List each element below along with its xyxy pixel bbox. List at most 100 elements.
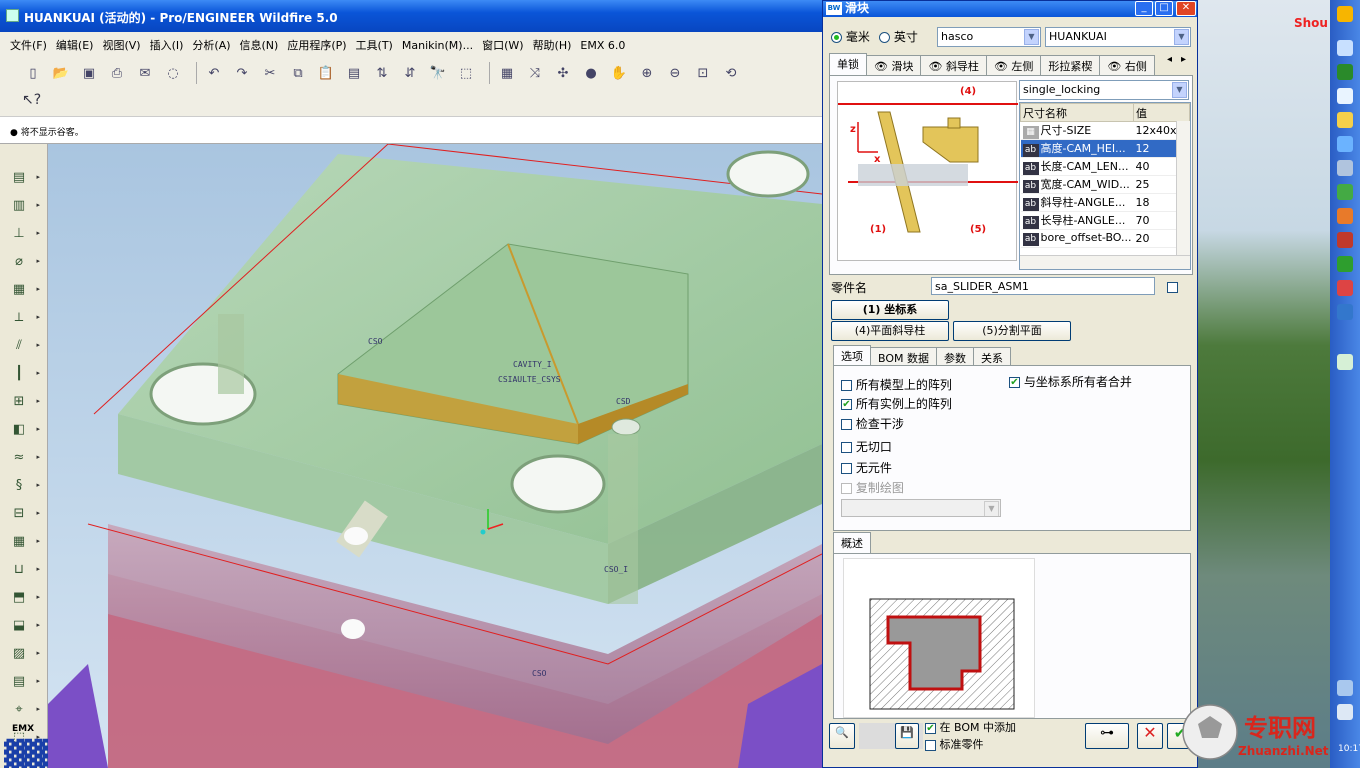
menu-insert[interactable]: 插入(I) — [150, 37, 184, 53]
insert-icon[interactable]: ⬒ — [8, 586, 40, 608]
close-button[interactable]: ✕ — [1176, 1, 1196, 16]
tab-wedge[interactable]: 形拉紧楔 — [1040, 55, 1101, 77]
save-icon[interactable]: ▣ — [78, 62, 100, 84]
send-mail-icon[interactable]: ✉ — [134, 62, 156, 84]
lifter-icon[interactable]: ◧ — [8, 418, 40, 440]
volume-icon[interactable] — [1337, 680, 1353, 696]
col-value-header[interactable]: 值 — [1133, 103, 1190, 122]
ejector-pin-icon[interactable]: ⟂ — [8, 306, 40, 328]
option-row[interactable]: 无切口 — [841, 438, 892, 455]
warning-icon[interactable] — [1337, 112, 1353, 128]
menu-edit[interactable]: 编辑(E) — [56, 37, 94, 53]
hatch-icon[interactable]: ▨ — [8, 642, 40, 664]
preview-zoom-icon[interactable]: 🔍 — [829, 723, 855, 749]
option-row[interactable]: ✔ 所有实例上的阵列 — [841, 395, 952, 412]
tab-scroll-right[interactable]: ▸ — [1181, 54, 1186, 65]
desktop-icon[interactable] — [1337, 354, 1353, 370]
tab-slider[interactable]: 👁 滑块 — [866, 55, 922, 77]
vertical-scrollbar[interactable] — [1176, 121, 1190, 255]
col-name-header[interactable]: 尺寸名称 — [1020, 103, 1135, 122]
repaint-icon[interactable]: ▦ — [496, 62, 518, 84]
option-row[interactable]: 所有模型上的阵列 — [841, 376, 952, 393]
unit-inch-radio[interactable] — [879, 32, 890, 43]
option-checkbox[interactable] — [841, 442, 852, 453]
merge-checkbox[interactable]: ✔ — [1009, 377, 1020, 388]
reorient-icon[interactable]: ⟲ — [720, 62, 742, 84]
table-row[interactable]: ab bore_offset-BO... 20 — [1020, 229, 1190, 248]
cancel-button[interactable]: ✕ — [1137, 723, 1163, 749]
table-row[interactable]: ab 长度-CAM_LEN... 40 — [1020, 157, 1190, 176]
table-row[interactable]: ab 长导柱-ANGLE... 70 — [1020, 211, 1190, 230]
split-plane-button[interactable]: (5)分割平面 — [953, 321, 1071, 341]
open-icon[interactable]: 📂 — [50, 62, 72, 84]
pan-icon[interactable]: ✋ — [608, 62, 630, 84]
part-name-field[interactable]: sa_SLIDER_ASM1 — [931, 277, 1155, 295]
zoom-out-icon[interactable]: ⊖ — [664, 62, 686, 84]
option-checkbox[interactable] — [841, 380, 852, 391]
sync-icon[interactable] — [1337, 160, 1353, 176]
sprue-icon[interactable]: ⫽ — [8, 334, 40, 356]
section-icon[interactable]: ⌖ — [8, 698, 40, 720]
horizontal-scrollbar[interactable] — [1020, 255, 1190, 269]
menu-help[interactable]: 帮助(H) — [533, 37, 572, 53]
cut-icon[interactable]: ✂ — [259, 62, 281, 84]
erase-icon[interactable]: ◌ — [162, 62, 184, 84]
dowel-icon[interactable]: ⌀ — [8, 250, 40, 272]
menu-window[interactable]: 窗口(W) — [482, 37, 523, 53]
regen-manager-icon[interactable]: ⇵ — [399, 62, 421, 84]
folder-icon[interactable] — [1337, 88, 1353, 104]
plate-icon[interactable]: ▥ — [8, 194, 40, 216]
guide-icon[interactable]: ▦ — [8, 278, 40, 300]
network-icon[interactable] — [1337, 136, 1353, 152]
screw-icon[interactable]: ⊥ — [8, 222, 40, 244]
redo-icon[interactable]: ↷ — [231, 62, 253, 84]
start-logo-icon[interactable] — [1337, 6, 1353, 22]
slider-icon[interactable]: ⊞ — [8, 390, 40, 412]
table-row[interactable]: ab 斜导柱-ANGLE... 18 — [1020, 193, 1190, 212]
menu-info[interactable]: 信息(N) — [240, 37, 279, 53]
cooling-icon[interactable]: ≈ — [8, 446, 40, 468]
menu-applications[interactable]: 应用程序(P) — [287, 37, 346, 53]
app-icon[interactable] — [1337, 184, 1353, 200]
chevron-down-icon[interactable]: ▼ — [1024, 29, 1039, 45]
menu-view[interactable]: 视图(V) — [102, 37, 140, 53]
menu-manikin[interactable]: Manikin(M)... — [402, 39, 473, 52]
locating-ring-icon[interactable]: ┃ — [8, 362, 40, 384]
menu-tools[interactable]: 工具(T) — [356, 37, 393, 53]
print-icon[interactable]: ⎙ — [106, 62, 128, 84]
unit-mm-radio[interactable] — [831, 32, 842, 43]
find-icon[interactable]: 🔭 — [427, 62, 449, 84]
zoom-in-icon[interactable]: ⊕ — [636, 62, 658, 84]
option-checkbox[interactable] — [841, 419, 852, 430]
plane-pin-button[interactable]: (4)平面斜导柱 — [831, 321, 949, 341]
select-box-icon[interactable]: ⬚ — [455, 62, 477, 84]
supplier-select[interactable]: hasco ▼ — [937, 27, 1041, 47]
menu-emx[interactable]: EMX 6.0 — [580, 39, 625, 52]
ie-icon[interactable] — [1337, 40, 1353, 56]
game-icon[interactable] — [1337, 232, 1353, 248]
table-row[interactable]: ab 宽度-CAM_WID... 25 — [1020, 175, 1190, 194]
bom-add-checkbox[interactable]: ✔ — [925, 722, 936, 734]
tool-icon[interactable] — [1337, 208, 1353, 224]
new-icon[interactable]: ▯ — [22, 62, 44, 84]
chevron-down-icon[interactable]: ▼ — [1172, 82, 1187, 98]
tab-single-lock[interactable]: 单锁 — [829, 53, 867, 77]
media-icon[interactable] — [1337, 280, 1353, 296]
regenerate-icon[interactable]: ⇅ — [371, 62, 393, 84]
std-part-option[interactable]: 标准零件 — [925, 736, 984, 752]
mold-base-icon[interactable]: ▤ — [8, 166, 40, 188]
table-row[interactable]: ▦ 尺寸-SIZE 12x40x2 — [1020, 121, 1190, 140]
table-row[interactable]: ab 高度-CAM_HEI... 12 — [1020, 139, 1190, 158]
option-checkbox[interactable]: ✔ — [841, 399, 852, 410]
tab-left[interactable]: 👁 左侧 — [985, 55, 1042, 77]
type-select[interactable]: HUANKUAI ▼ — [1045, 27, 1191, 47]
chevron-down-icon[interactable]: ▼ — [1174, 29, 1189, 45]
option-checkbox[interactable] — [841, 463, 852, 474]
spin-center-icon[interactable]: ✣ — [552, 62, 574, 84]
stop-pin-icon[interactable]: ⊔ — [8, 558, 40, 580]
part-name-checkbox[interactable] — [1167, 282, 1178, 293]
bom-add-option[interactable]: ✔ 在 BOM 中添加 — [925, 719, 1016, 735]
tab-scroll-left[interactable]: ◂ — [1167, 54, 1172, 65]
security-icon[interactable] — [1337, 256, 1353, 272]
spring-icon[interactable]: § — [8, 474, 40, 496]
